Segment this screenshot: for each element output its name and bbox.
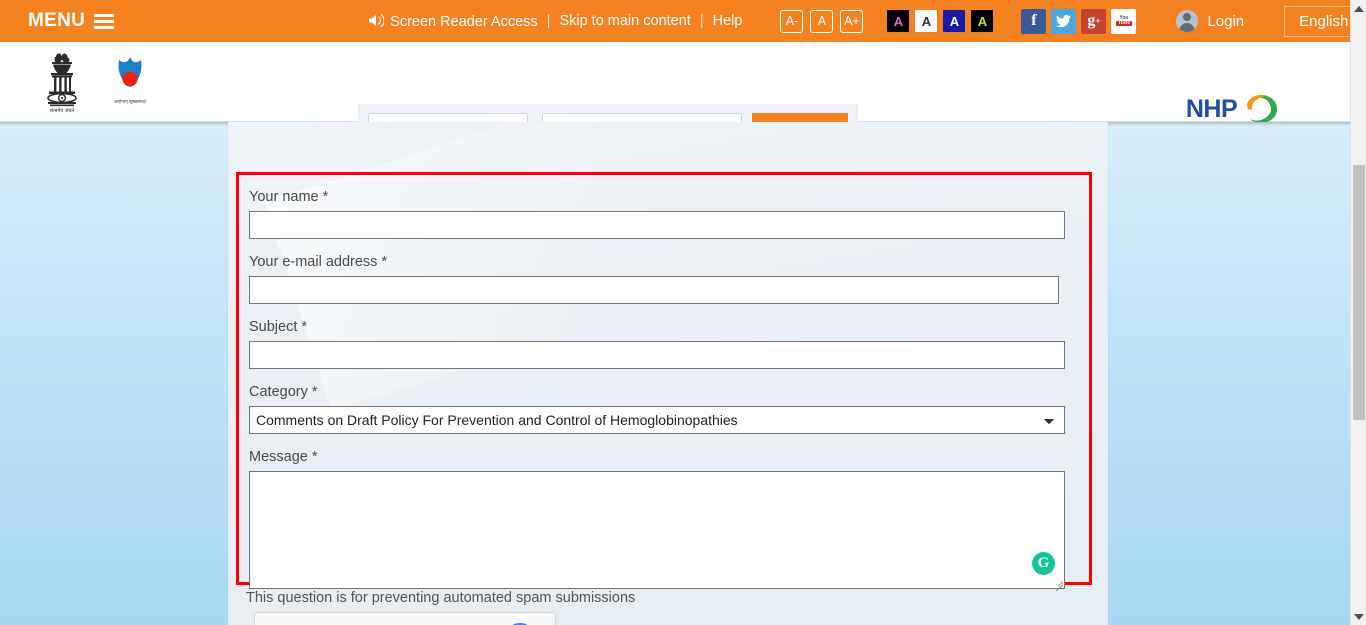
font-normal-button[interactable]: A — [810, 9, 834, 33]
contact-form-highlight: Your name * Your e-mail address * Subjec… — [236, 172, 1092, 592]
facebook-icon[interactable]: f — [1021, 8, 1047, 34]
font-increase-button[interactable]: A+ — [840, 9, 864, 33]
svg-text:आरोग्यम् सुखसम्पदा: आरोग्यम् सुखसम्पदा — [114, 99, 147, 105]
contrast-blue-button[interactable]: A — [943, 10, 966, 32]
contrast-black-magenta-button[interactable]: A — [887, 10, 910, 32]
nhp-emblem-icon — [1247, 95, 1278, 123]
message-wrapper: G — [249, 471, 1065, 592]
captcha-note: This question is for preventing automate… — [246, 590, 636, 606]
contrast-yellow-button[interactable]: A — [971, 10, 994, 32]
government-logos: सत्यमेव जयते आरोग्यम् सुखसम्पदा — [38, 51, 156, 113]
triangle-down-icon — [1354, 613, 1364, 620]
youtube-bottom-label: Tube — [1115, 19, 1133, 27]
email-input[interactable] — [249, 276, 1059, 304]
recaptcha-widget[interactable]: I'm not a robot — [254, 612, 556, 625]
help-link[interactable]: Help — [713, 13, 743, 29]
contrast-controls: A A A A — [887, 10, 994, 32]
speaker-icon — [369, 13, 385, 31]
scrollbar-thumb[interactable] — [1353, 165, 1365, 420]
your-name-input[interactable] — [249, 211, 1065, 239]
scroll-down-button[interactable] — [1351, 608, 1366, 625]
twitter-icon[interactable] — [1051, 8, 1077, 34]
triangle-up-icon — [1354, 5, 1364, 12]
separator-2: | — [699, 13, 704, 29]
top-utility-bar: MENU Screen Reader Access | Skip to main… — [0, 0, 1366, 42]
category-select[interactable]: Comments on Draft Policy For Prevention … — [249, 406, 1065, 434]
subject-label: Subject * — [249, 319, 308, 335]
category-label: Category * — [249, 384, 318, 400]
language-label: English — [1299, 12, 1349, 30]
login-button[interactable]: Login — [1154, 0, 1266, 42]
vertical-scrollbar[interactable] — [1350, 0, 1366, 625]
svg-text:सत्यमेव जयते: सत्यमेव जयते — [50, 107, 75, 113]
email-label: Your e-mail address * — [249, 254, 388, 270]
subject-input[interactable] — [249, 341, 1065, 369]
site-header: सत्यमेव जयते आरोग्यम् सुखसम्पदा All Sear… — [0, 42, 1350, 186]
login-label: Login — [1207, 12, 1245, 30]
font-size-controls: A- A A+ — [780, 9, 864, 33]
grammarly-icon[interactable]: G — [1032, 552, 1055, 575]
contrast-white-button[interactable]: A — [915, 10, 938, 32]
youtube-icon[interactable]: You Tube — [1111, 8, 1137, 34]
nhp-title: NHP — [1185, 94, 1238, 123]
screen-reader-access-link[interactable]: Screen Reader Access — [369, 13, 538, 30]
india-emblem-icon[interactable]: सत्यमेव जयते — [38, 51, 86, 113]
ministry-of-health-logo[interactable]: आरोग्यम् सुखसम्पदा — [104, 51, 156, 113]
font-decrease-button[interactable]: A- — [780, 9, 804, 33]
content-column: Your name * Your e-mail address * Subjec… — [228, 122, 1108, 625]
page-root: MENU Screen Reader Access | Skip to main… — [0, 0, 1366, 625]
screen-reader-access-label: Screen Reader Access — [390, 13, 538, 30]
user-avatar-icon — [1176, 10, 1199, 32]
your-name-label: Your name * — [249, 189, 329, 205]
message-label: Message * — [249, 449, 318, 465]
menu-label: MENU — [28, 10, 86, 31]
contact-form: Your name * Your e-mail address * Subjec… — [239, 175, 1089, 592]
message-textarea[interactable] — [249, 471, 1065, 589]
page-body: Your name * Your e-mail address * Subjec… — [0, 122, 1350, 625]
scroll-up-button[interactable] — [1351, 0, 1366, 17]
recaptcha-badge-icon — [501, 620, 539, 625]
separator-1: | — [546, 13, 551, 29]
googleplus-icon[interactable]: g + — [1081, 8, 1107, 34]
social-links: f g + You Tube — [1021, 8, 1137, 34]
skip-to-main-content-link[interactable]: Skip to main content — [559, 13, 690, 29]
accessibility-links: Screen Reader Access | Skip to main cont… — [369, 13, 742, 30]
hamburger-icon — [94, 13, 115, 29]
menu-button[interactable]: MENU — [28, 10, 115, 32]
